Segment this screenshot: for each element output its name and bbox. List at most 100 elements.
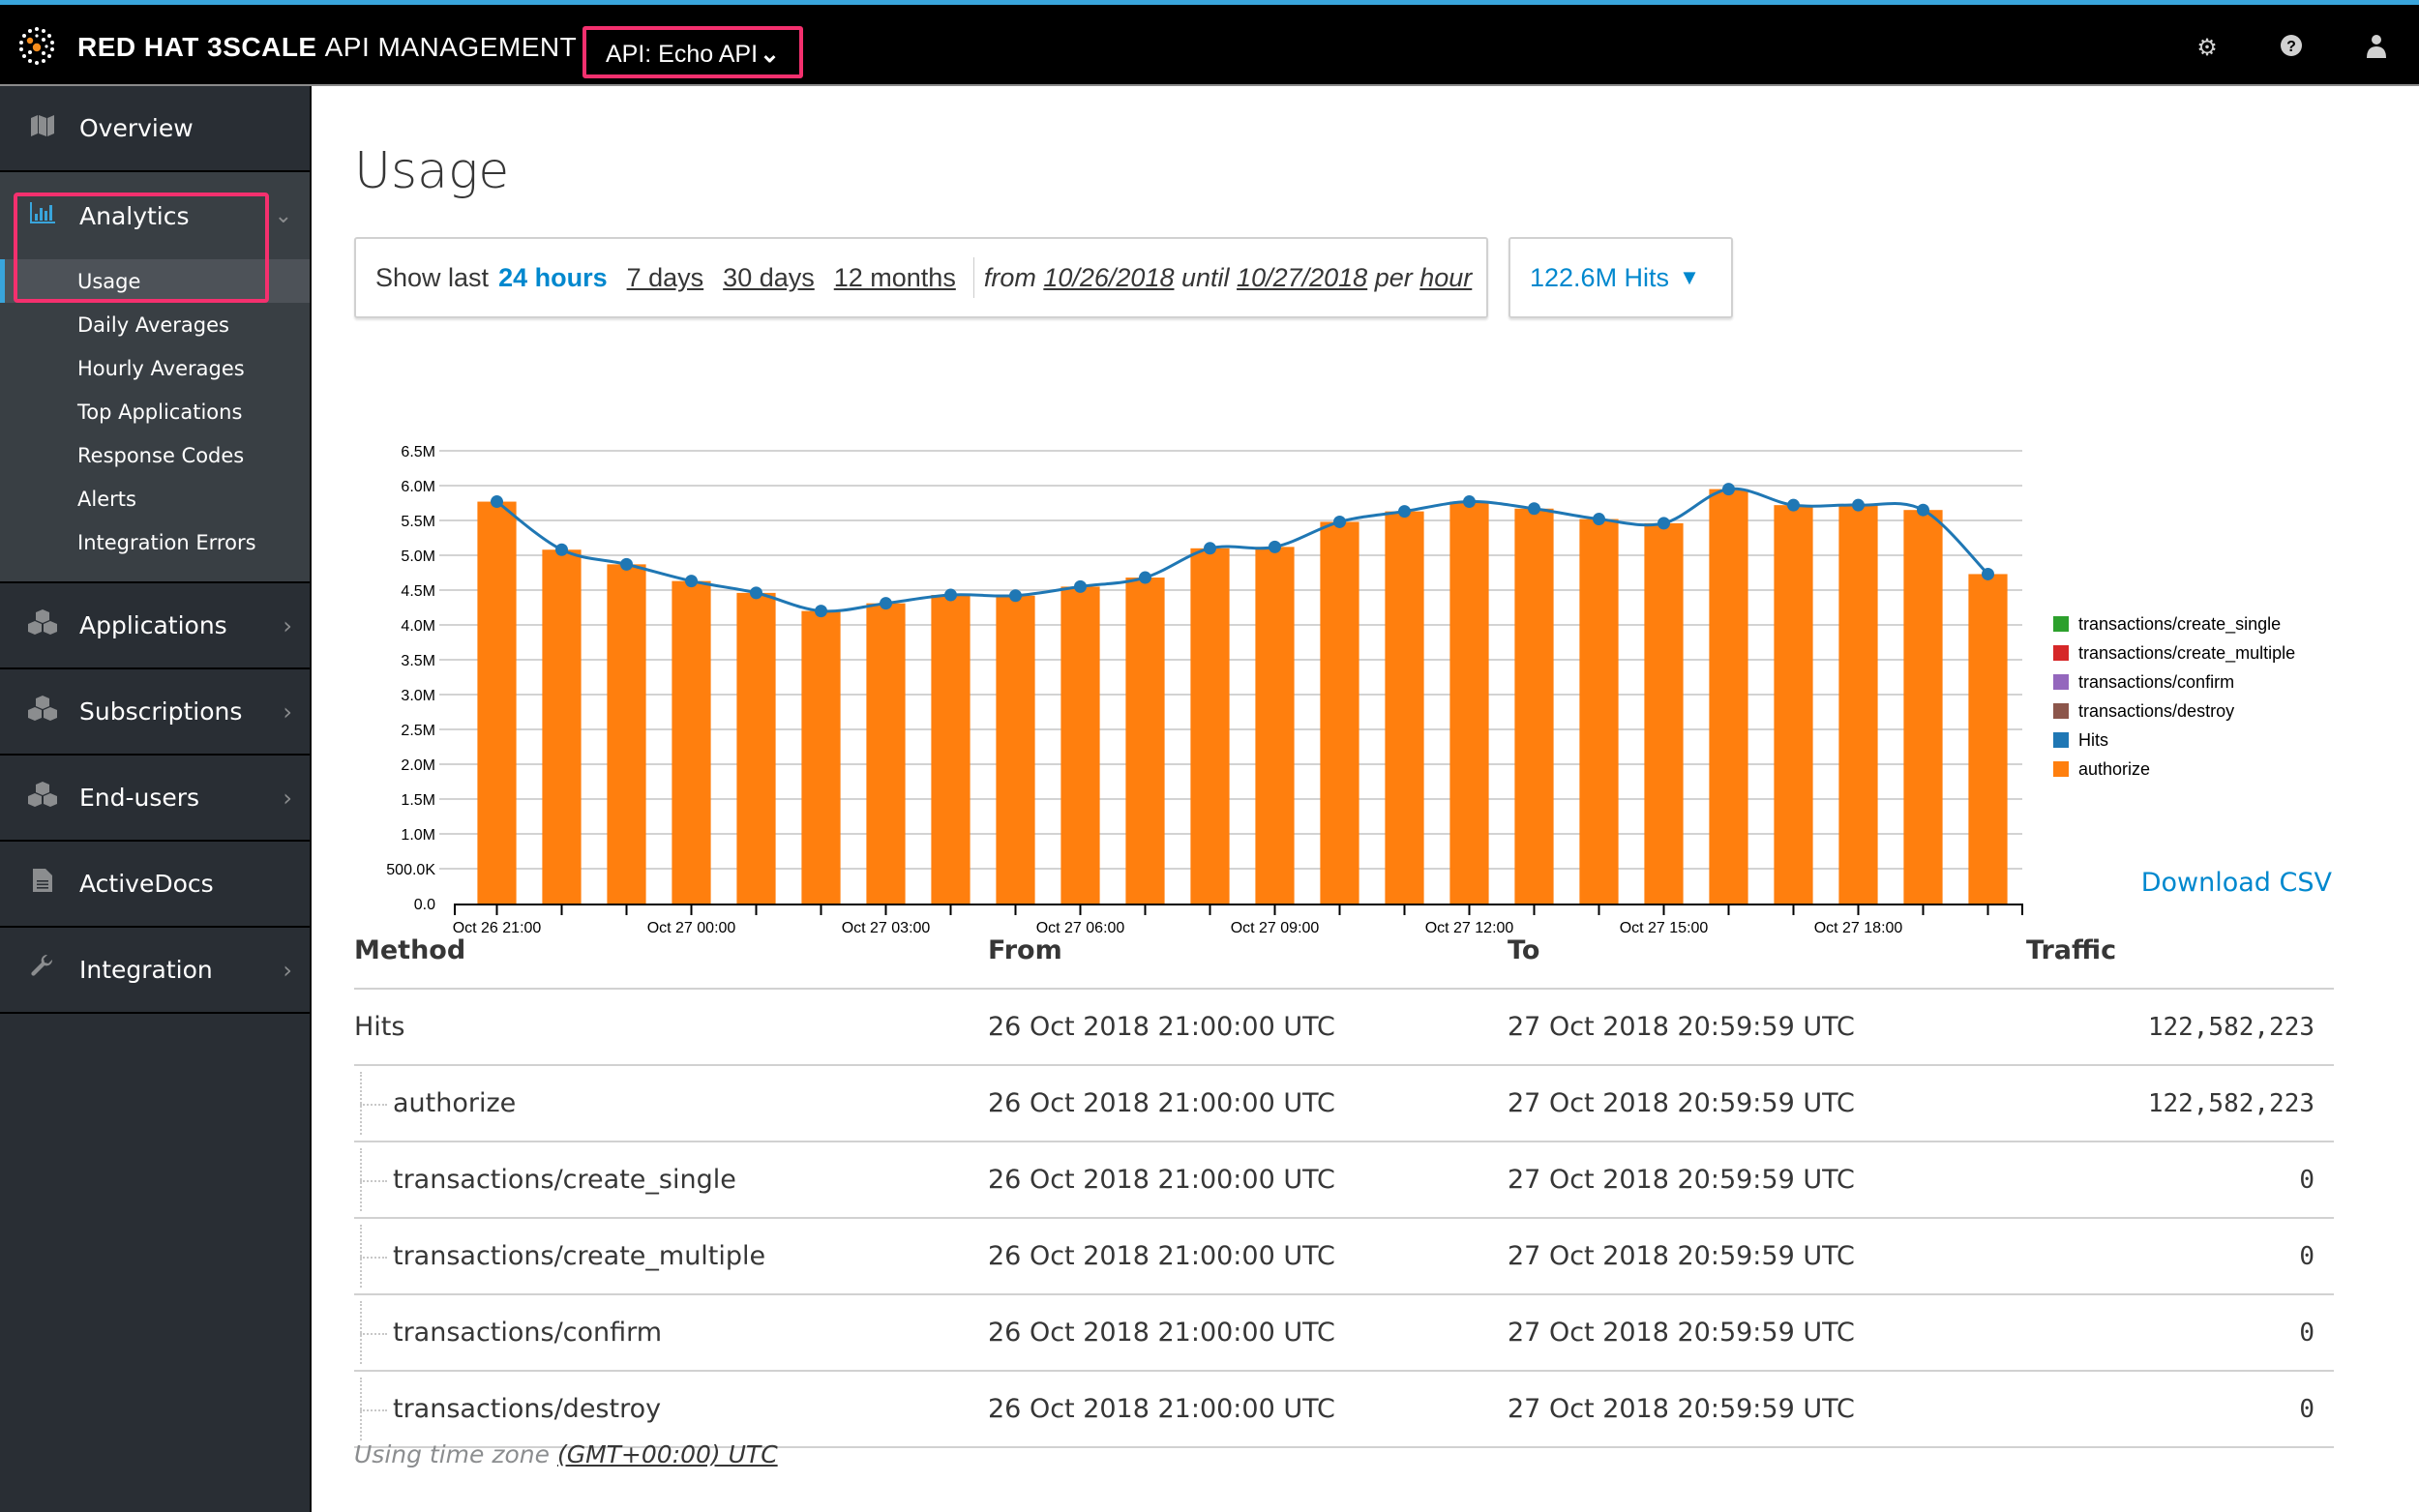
y-tick-label: 5.5M — [401, 514, 435, 530]
cell-traffic: 122,582,223 — [2147, 1012, 2314, 1042]
metric-selector-label: 122.6M Hits — [1530, 262, 1670, 292]
column-header-from[interactable]: From — [988, 935, 1062, 965]
bar-authorize — [672, 580, 711, 904]
sidebar-subitem-response-codes[interactable]: Response Codes — [0, 433, 310, 477]
y-tick-label: 5.0M — [401, 548, 435, 565]
point-hits — [1009, 589, 1022, 603]
chevron-right-icon: › — [283, 611, 292, 639]
api-selector-dropdown[interactable]: API: Echo API⌄ — [582, 26, 803, 78]
y-tick-label: 1.5M — [401, 792, 435, 809]
download-csv-link[interactable]: Download CSV — [2141, 868, 2332, 898]
sidebar-subitem-usage[interactable]: Usage — [0, 259, 310, 303]
cubes-icon — [23, 609, 62, 641]
sidebar: Overview Analytics ⌄ Usage Daily Average… — [0, 86, 312, 1512]
y-tick-label: 3.0M — [401, 688, 435, 704]
bar-authorize — [1255, 547, 1295, 904]
sidebar-subitem-daily-averages[interactable]: Daily Averages — [0, 303, 310, 346]
cubes-icon — [23, 782, 62, 814]
legend-label: Hits — [2078, 730, 2108, 750]
cubes-icon — [23, 696, 62, 727]
period-option-24-hours[interactable]: 24 hours — [498, 263, 608, 293]
sidebar-item-analytics[interactable]: Analytics ⌄ — [0, 172, 310, 259]
period-option-7-days[interactable]: 7 days — [627, 263, 704, 293]
cell-to: 27 Oct 2018 20:59:59 UTC — [1508, 1165, 1855, 1195]
period-option-12-months[interactable]: 12 months — [834, 263, 956, 293]
point-hits — [1982, 567, 1994, 580]
sidebar-item-applications[interactable]: Applications › — [0, 583, 310, 669]
metric-selector-dropdown[interactable]: 122.6M Hits ▼ — [1508, 237, 1733, 318]
period-option-30-days[interactable]: 30 days — [723, 263, 815, 293]
timezone-link[interactable]: (GMT+00:00) UTC — [557, 1440, 778, 1468]
sidebar-subitem-top-applications[interactable]: Top Applications — [0, 390, 310, 433]
brand-title: RED HAT 3SCALE API MANAGEMENT — [77, 32, 578, 62]
point-hits — [880, 597, 892, 610]
bar-authorize — [1644, 522, 1684, 904]
sidebar-item-label: Integration — [79, 956, 213, 984]
svg-text:?: ? — [2286, 39, 2296, 55]
point-hits — [1593, 513, 1605, 526]
sidebar-item-overview[interactable]: Overview — [0, 86, 310, 172]
point-hits — [1852, 498, 1865, 512]
bar-authorize — [801, 610, 841, 904]
wrench-icon — [23, 954, 62, 985]
api-selector-label: API: Echo API — [606, 41, 759, 68]
cell-traffic: 0 — [2299, 1318, 2314, 1348]
document-icon — [23, 869, 62, 899]
sidebar-subitem-label: Integration Errors — [77, 530, 256, 554]
cell-traffic: 0 — [2299, 1165, 2314, 1195]
bar-authorize — [607, 564, 646, 904]
usage-chart: 0.0 500.0K 1.0M 1.5M 2.0M 2.5M 3.0M 3.5M 4.0M 4.5… — [312, 347, 2419, 947]
point-hits — [1463, 495, 1476, 509]
map-icon — [23, 114, 62, 143]
bar-authorize — [996, 595, 1035, 904]
from-label: from — [983, 262, 1036, 292]
sidebar-subitem-integration-errors[interactable]: Integration Errors — [0, 520, 310, 564]
sidebar-item-integration[interactable]: Integration › — [0, 928, 310, 1014]
column-header-traffic[interactable]: Traffic — [2026, 935, 2116, 965]
bar-authorize — [1514, 508, 1554, 904]
granularity-link[interactable]: hour — [1419, 263, 1472, 293]
help-icon[interactable]: ? — [2278, 34, 2305, 61]
sidebar-subitem-alerts[interactable]: Alerts — [0, 477, 310, 520]
chevron-right-icon: › — [283, 956, 292, 984]
sidebar-item-label: End-users — [79, 784, 200, 812]
point-hits — [1139, 571, 1151, 584]
column-header-to[interactable]: To — [1508, 935, 1539, 965]
table-row: transactions/create_multiple 26 Oct 2018 … — [354, 1219, 2334, 1295]
gear-icon[interactable]: ⚙ — [2194, 34, 2221, 61]
until-label: until — [1181, 262, 1230, 292]
sidebar-item-label: Overview — [79, 114, 194, 142]
bar-chart-icon — [23, 202, 62, 229]
table-row: Hits 26 Oct 2018 21:00:00 UTC 27 Oct 2018 … — [354, 990, 2334, 1066]
legend-swatch — [2053, 645, 2069, 661]
cell-method: transactions/confirm — [393, 1318, 663, 1348]
sidebar-subitem-hourly-averages[interactable]: Hourly Averages — [0, 346, 310, 390]
bar-authorize — [1838, 505, 1878, 904]
user-icon[interactable] — [2363, 34, 2390, 61]
bar-authorize — [477, 501, 517, 904]
page-title: Usage — [354, 142, 510, 200]
cell-to: 27 Oct 2018 20:59:59 UTC — [1508, 1394, 1855, 1424]
until-date-link[interactable]: 10/27/2018 — [1237, 263, 1367, 293]
sidebar-item-label: ActiveDocs — [79, 870, 214, 898]
column-header-method[interactable]: Method — [354, 935, 465, 965]
sidebar-item-activedocs[interactable]: ActiveDocs — [0, 842, 310, 928]
cell-method: transactions/destroy — [393, 1394, 662, 1424]
table-row: transactions/create_single 26 Oct 2018 21… — [354, 1142, 2334, 1219]
sidebar-item-subscriptions[interactable]: Subscriptions › — [0, 669, 310, 756]
cell-from: 26 Oct 2018 21:00:00 UTC — [988, 1012, 1335, 1042]
from-date-link[interactable]: 10/26/2018 — [1043, 263, 1174, 293]
cell-from: 26 Oct 2018 21:00:00 UTC — [988, 1165, 1335, 1195]
chevron-right-icon: › — [283, 697, 292, 726]
caret-down-icon: ▼ — [1679, 265, 1700, 289]
point-hits — [1917, 503, 1929, 517]
bar-authorize — [1060, 586, 1100, 904]
chevron-down-icon: ⌄ — [274, 203, 292, 228]
cell-traffic: 122,582,223 — [2147, 1088, 2314, 1118]
divider — [972, 257, 974, 298]
y-tick-label: 4.5M — [401, 583, 435, 600]
y-tick-label: 1.0M — [401, 827, 435, 844]
sidebar-subitem-label: Alerts — [77, 487, 136, 511]
legend-label: transactions/destroy — [2078, 701, 2234, 721]
sidebar-item-end-users[interactable]: End-users › — [0, 756, 310, 842]
